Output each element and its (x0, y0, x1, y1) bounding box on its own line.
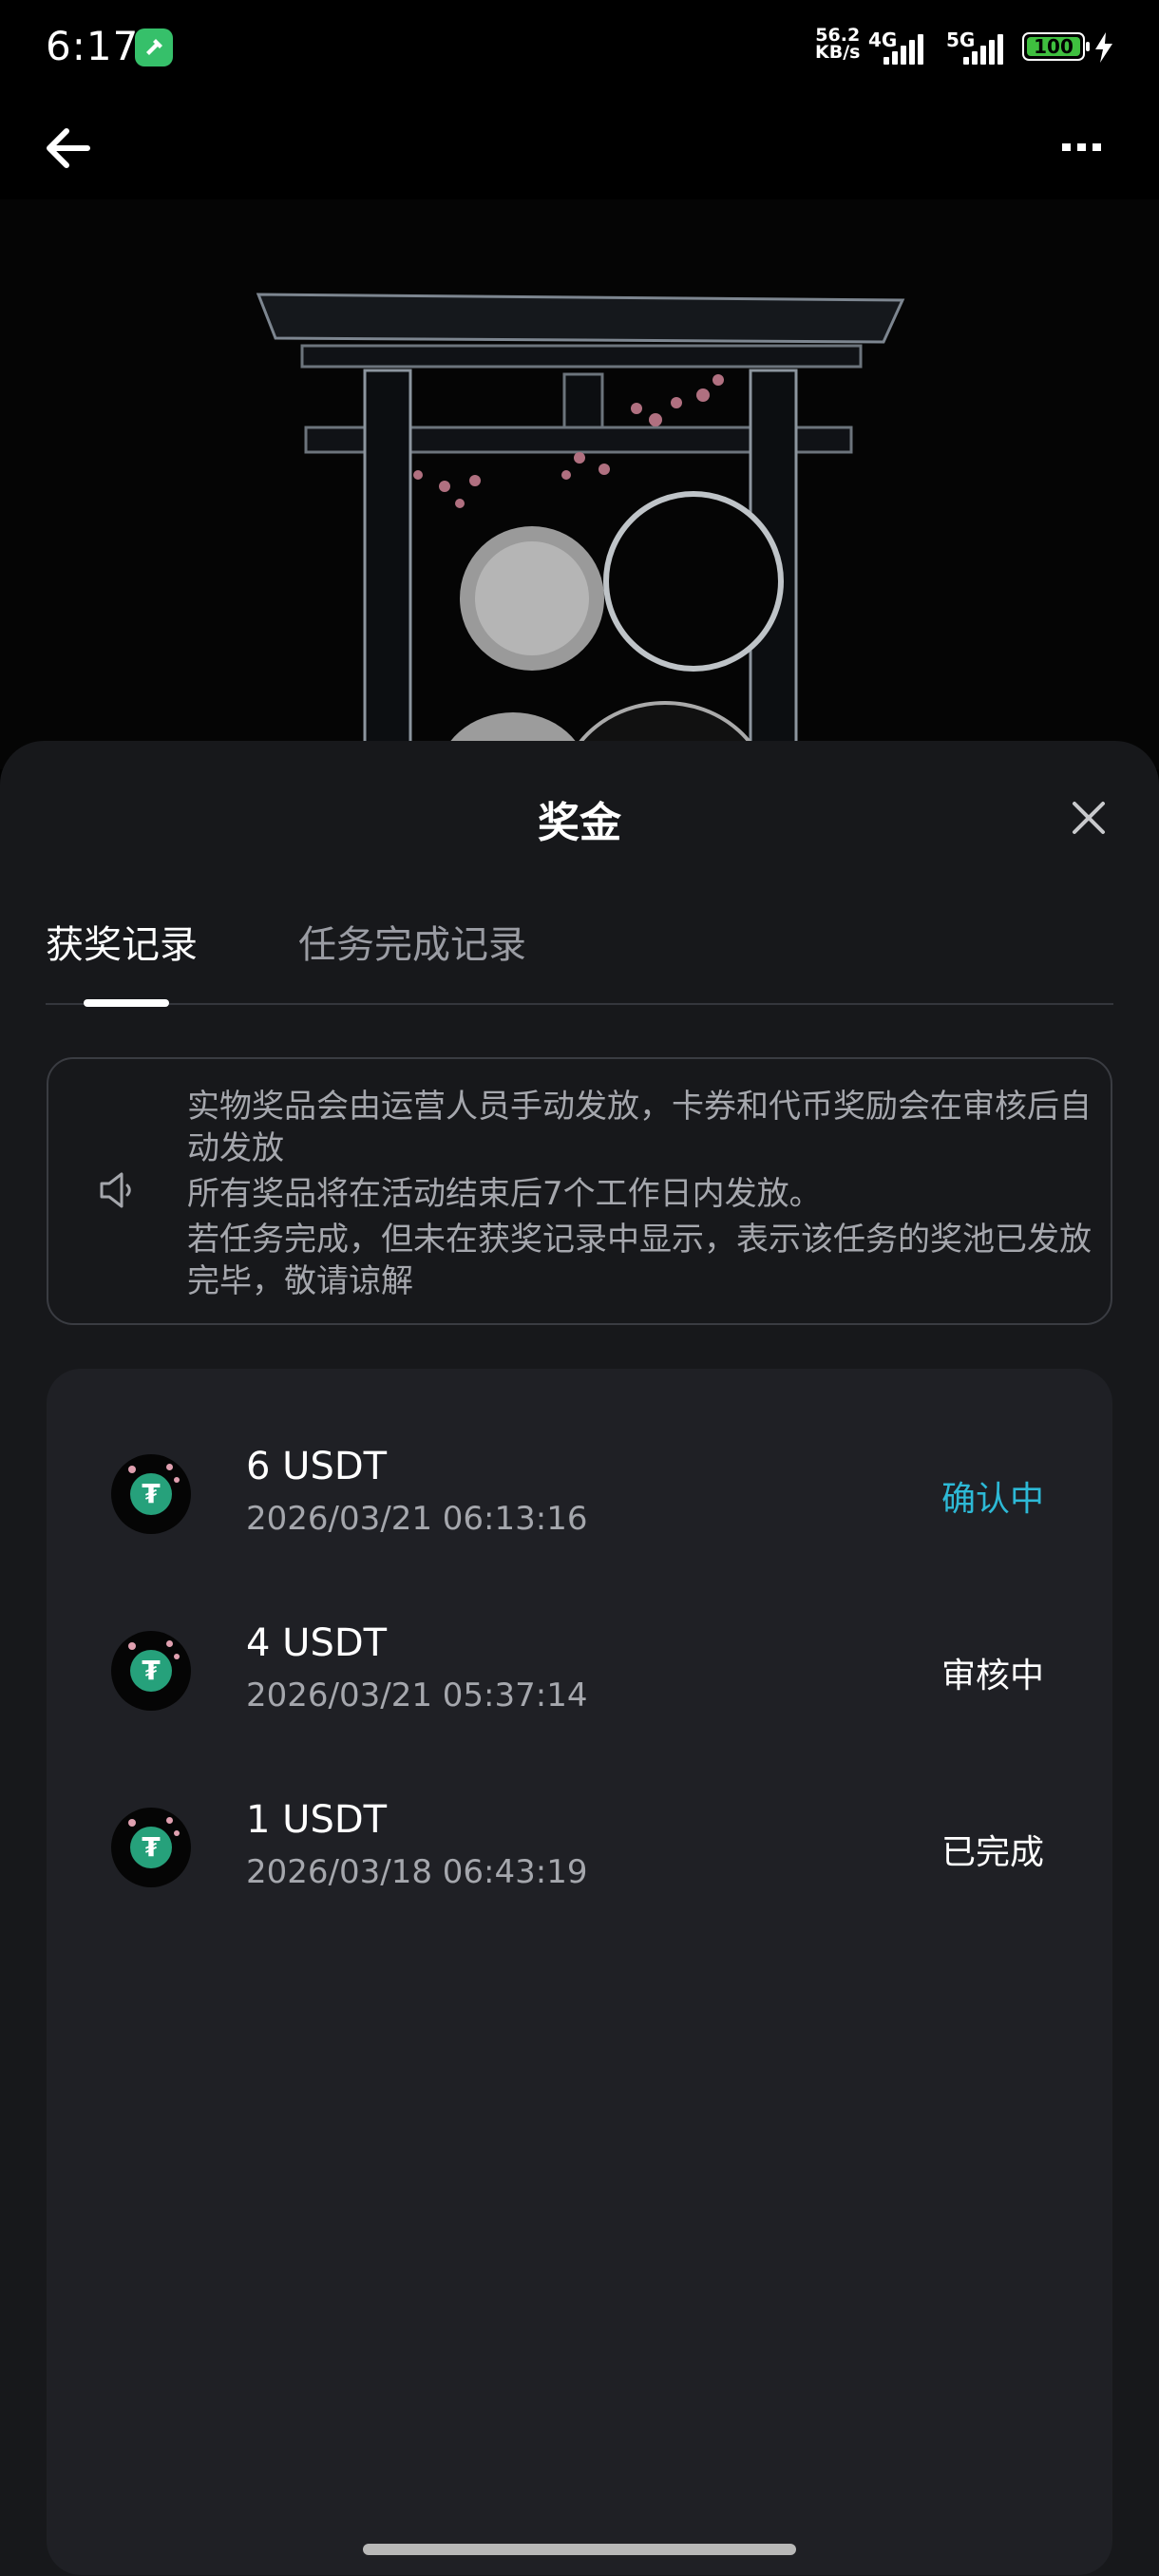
record-datetime: 2026/03/21 05:37:14 (246, 1676, 588, 1714)
list-item[interactable]: ₮ 1 USDT 2026/03/18 06:43:19 已完成 (47, 1722, 1112, 1899)
record-amount: 4 USDT (246, 1621, 388, 1665)
bonus-sheet: 奖金 获奖记录 任务完成记录 实物奖品会由运营人员手动发放，卡券和代币奖励会在审… (0, 741, 1159, 2576)
network-speed: 56.2 KB/s (815, 27, 861, 63)
arrow-left-icon (47, 128, 90, 168)
close-button[interactable] (1069, 798, 1109, 838)
network-speed-unit: KB/s (815, 42, 861, 63)
notice-line-3: 若任务完成，但未在获奖记录中显示，表示该任务的奖池已发放完毕，敬请谅解 (187, 1221, 1092, 1300)
award-records-list: ₮ 6 USDT 2026/03/21 06:13:16 确认中 ₮ 4 USD… (47, 1369, 1112, 2575)
torii-gate-illustration (256, 293, 905, 895)
record-status: 已完成 (940, 1833, 1044, 1872)
speaker-icon (100, 1172, 131, 1208)
battery-level: 100 (1027, 37, 1080, 56)
more-horizontal-icon (1062, 143, 1101, 151)
usdt-coin-icon: ₮ (111, 1631, 191, 1711)
record-status: 审核中 (940, 1657, 1044, 1695)
charging-icon (1095, 32, 1112, 63)
home-indicator[interactable] (363, 2544, 796, 2555)
hero-banner-image (0, 199, 1159, 895)
sheet-title: 奖金 (538, 799, 621, 847)
list-item[interactable]: ₮ 6 USDT 2026/03/21 06:13:16 确认中 (47, 1369, 1112, 1545)
record-datetime: 2026/03/18 06:43:19 (246, 1853, 588, 1891)
record-status: 确认中 (940, 1480, 1044, 1519)
list-item[interactable]: ₮ 4 USDT 2026/03/21 05:37:14 审核中 (47, 1545, 1112, 1722)
more-button[interactable] (1054, 133, 1112, 161)
close-icon (1073, 802, 1105, 834)
notice-line-2: 所有奖品将在活动结束后7个工作日内发放。 (187, 1175, 822, 1213)
app-notification-icon (135, 28, 173, 66)
tab-award-records[interactable]: 获奖记录 (46, 914, 198, 969)
battery-icon: 100 (1022, 32, 1090, 61)
signal-1-bars-icon (884, 32, 927, 65)
clock: 6:17 (46, 23, 140, 69)
usdt-coin-icon: ₮ (111, 1454, 191, 1534)
notice-box: 实物奖品会由运营人员手动发放，卡券和代币奖励会在审核后自动发放 所有奖品将在活动… (47, 1057, 1112, 1325)
top-bar (0, 95, 1159, 199)
back-button[interactable] (38, 118, 106, 179)
tab-divider (46, 1003, 1113, 1005)
tab-task-completion-records[interactable]: 任务完成记录 (298, 914, 526, 969)
record-amount: 1 USDT (246, 1798, 388, 1842)
record-datetime: 2026/03/21 06:13:16 (246, 1500, 588, 1538)
status-bar: 6:17 56.2 KB/s 4G 5G 100 (0, 0, 1159, 95)
notice-line-1: 实物奖品会由运营人员手动发放，卡券和代币奖励会在审核后自动发放 (187, 1088, 1092, 1167)
signal-2-bars-icon (963, 32, 1007, 65)
usdt-coin-icon: ₮ (111, 1808, 191, 1887)
notice-text: 实物奖品会由运营人员手动发放，卡券和代币奖励会在审核后自动发放 所有奖品将在活动… (187, 1086, 1099, 1306)
active-tab-indicator (84, 999, 169, 1007)
record-amount: 6 USDT (246, 1445, 388, 1488)
